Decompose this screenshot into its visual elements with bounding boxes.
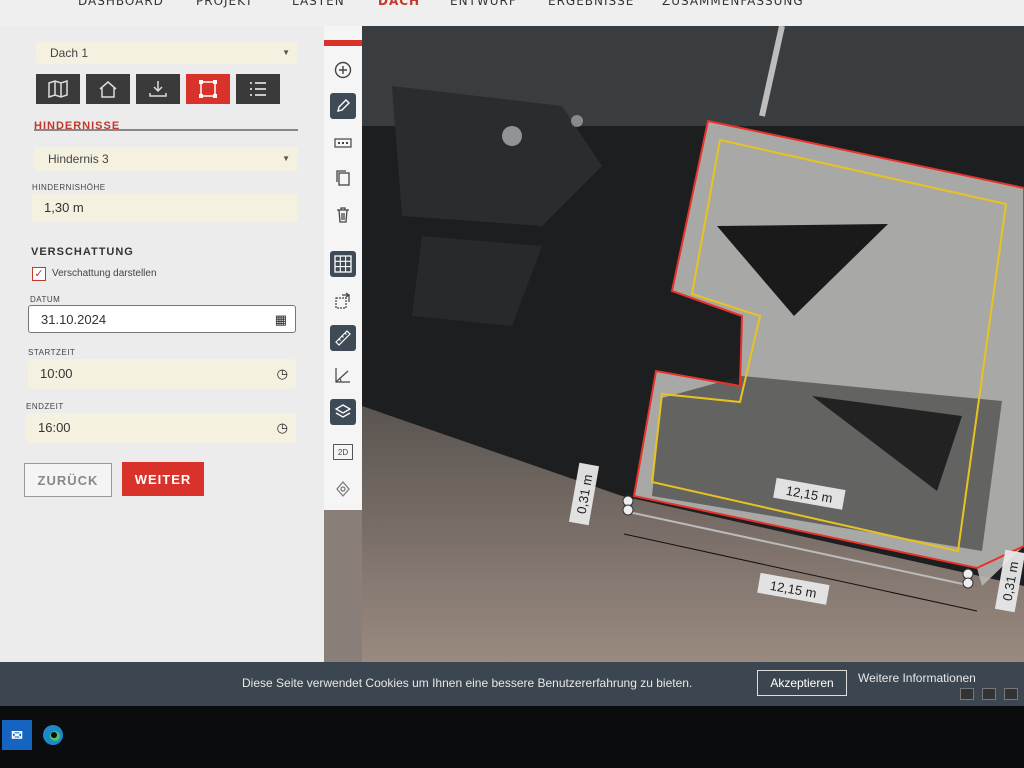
layers-icon [334, 404, 352, 418]
tab-dashboard[interactable]: DASHBOARD [78, 0, 164, 8]
outlook-icon: ✉ [11, 726, 23, 743]
map-icon [48, 80, 68, 98]
delete-button[interactable] [330, 202, 356, 228]
tab-zusammenfassung[interactable]: ZUSAMMENFASSUNG [662, 0, 804, 8]
taskbar: ✉ [0, 706, 1024, 768]
ruler-icon [335, 330, 351, 346]
end-time-input[interactable]: 16:00 ◷ [26, 413, 296, 443]
edge-icon [43, 725, 63, 745]
more-info-link[interactable]: Weitere Informationen [858, 671, 976, 685]
clock-icon[interactable]: ◷ [277, 413, 288, 443]
pencil-icon [337, 99, 350, 112]
tab-ergebnisse[interactable]: ERGEBNISSE [548, 0, 634, 8]
angle-icon [335, 368, 350, 383]
tag-icon [334, 138, 352, 148]
vertex-handle[interactable] [622, 504, 634, 516]
roof-select-value: Dach 1 [50, 46, 89, 60]
tab-dach[interactable]: DACH [378, 0, 420, 8]
shading-checkbox[interactable]: ✓ [32, 267, 46, 281]
map-canvas[interactable]: 12,15 m 12,15 m 0,31 m 0,31 m [362, 26, 1024, 662]
shading-checkbox-label: Verschattung darstellen [52, 268, 157, 279]
trash-icon [337, 207, 349, 223]
house-view-button[interactable] [86, 74, 130, 104]
settings-panel: Dach 1 ▼ HINDERNISSE Hindernis 3 ▼ HINDE… [0, 26, 324, 662]
location-icon [336, 481, 350, 497]
layers-button[interactable] [330, 399, 356, 425]
grid-button[interactable] [330, 251, 356, 277]
2d-toggle-icon: 2D [333, 444, 353, 460]
house-icon [99, 81, 117, 98]
chevron-down-icon: ▼ [282, 154, 290, 163]
top-navigation: DASHBOARD PROJEKT LASTEN DACH ENTWURF ER… [0, 0, 1024, 27]
obstacle-height-value: 1,30 m [44, 200, 84, 215]
obstacle-height-input[interactable]: 1,30 m [32, 194, 298, 222]
end-time-label: ENDZEIT [26, 402, 64, 411]
obstacles-heading: HINDERNISSE [34, 120, 121, 132]
start-time-input[interactable]: 10:00 ◷ [28, 359, 296, 389]
grid-icon [334, 255, 352, 273]
measure-button[interactable] [330, 325, 356, 351]
clock-icon[interactable]: ◷ [277, 359, 288, 389]
start-time-label: STARTZEIT [28, 348, 76, 357]
printer-icon[interactable] [960, 688, 974, 700]
map-blurred-edge [324, 510, 362, 662]
cookie-message: Diese Seite verwendet Cookies um Ihnen e… [242, 676, 693, 690]
shading-heading: VERSCHATTUNG [31, 246, 134, 258]
battery-icon[interactable] [982, 688, 996, 700]
rotate-icon [335, 292, 351, 309]
angle-button[interactable] [330, 362, 356, 388]
download-button[interactable] [136, 74, 180, 104]
obstacle-select-value: Hindernis 3 [48, 152, 109, 166]
chevron-down-icon: ▼ [282, 48, 290, 57]
outlook-app-button[interactable]: ✉ [2, 720, 32, 750]
copy-icon [336, 170, 350, 186]
end-time-value: 16:00 [38, 420, 71, 435]
cookie-banner: Diese Seite verwendet Cookies um Ihnen e… [0, 662, 1024, 706]
toolbar-accent [324, 40, 362, 46]
download-icon [149, 81, 167, 97]
add-button[interactable] [330, 57, 356, 83]
next-button[interactable]: WEITER [122, 462, 204, 496]
plus-circle-icon [334, 61, 352, 79]
roof-select[interactable]: Dach 1 ▼ [36, 42, 298, 64]
accept-cookies-button[interactable]: Akzeptieren [757, 670, 847, 696]
date-input[interactable]: 31.10.2024 ▦ [28, 305, 296, 333]
edge-app-button[interactable] [38, 720, 68, 750]
map-view-button[interactable] [36, 74, 80, 104]
rectangle-icon [199, 80, 217, 98]
2d-toggle-button[interactable]: 2D [330, 439, 356, 465]
system-tray [960, 688, 1018, 700]
draw-button[interactable] [330, 93, 356, 119]
display-icon[interactable] [1004, 688, 1018, 700]
obstacle-select[interactable]: Hindernis 3 ▼ [34, 147, 298, 171]
tab-lasten[interactable]: LASTEN [292, 0, 345, 8]
back-button[interactable]: ZURÜCK [24, 463, 112, 497]
obstacle-height-label: HINDERNISHÖHE [32, 183, 106, 192]
rectangle-tool-button[interactable] [186, 74, 230, 104]
location-button[interactable] [330, 476, 356, 502]
list-view-button[interactable] [236, 74, 280, 104]
copy-button[interactable] [330, 165, 356, 191]
start-time-value: 10:00 [40, 366, 73, 381]
tab-entwurf[interactable]: ENTWURF [450, 0, 517, 8]
tab-projekt[interactable]: PROJEKT [196, 0, 253, 8]
list-icon [250, 82, 266, 96]
checkmark-icon: ✓ [34, 268, 44, 280]
rotate-button[interactable] [330, 288, 356, 314]
date-label: DATUM [30, 295, 61, 304]
2d-toggle-label: 2D [337, 447, 349, 457]
satellite-map[interactable]: 12,15 m 12,15 m 0,31 m 0,31 m [362, 26, 1024, 662]
date-value: 31.10.2024 [41, 312, 107, 327]
vertex-handle[interactable] [962, 577, 974, 589]
map-toolbar: 2D [324, 26, 363, 510]
label-button[interactable] [330, 130, 356, 156]
calendar-icon[interactable]: ▦ [275, 306, 287, 334]
